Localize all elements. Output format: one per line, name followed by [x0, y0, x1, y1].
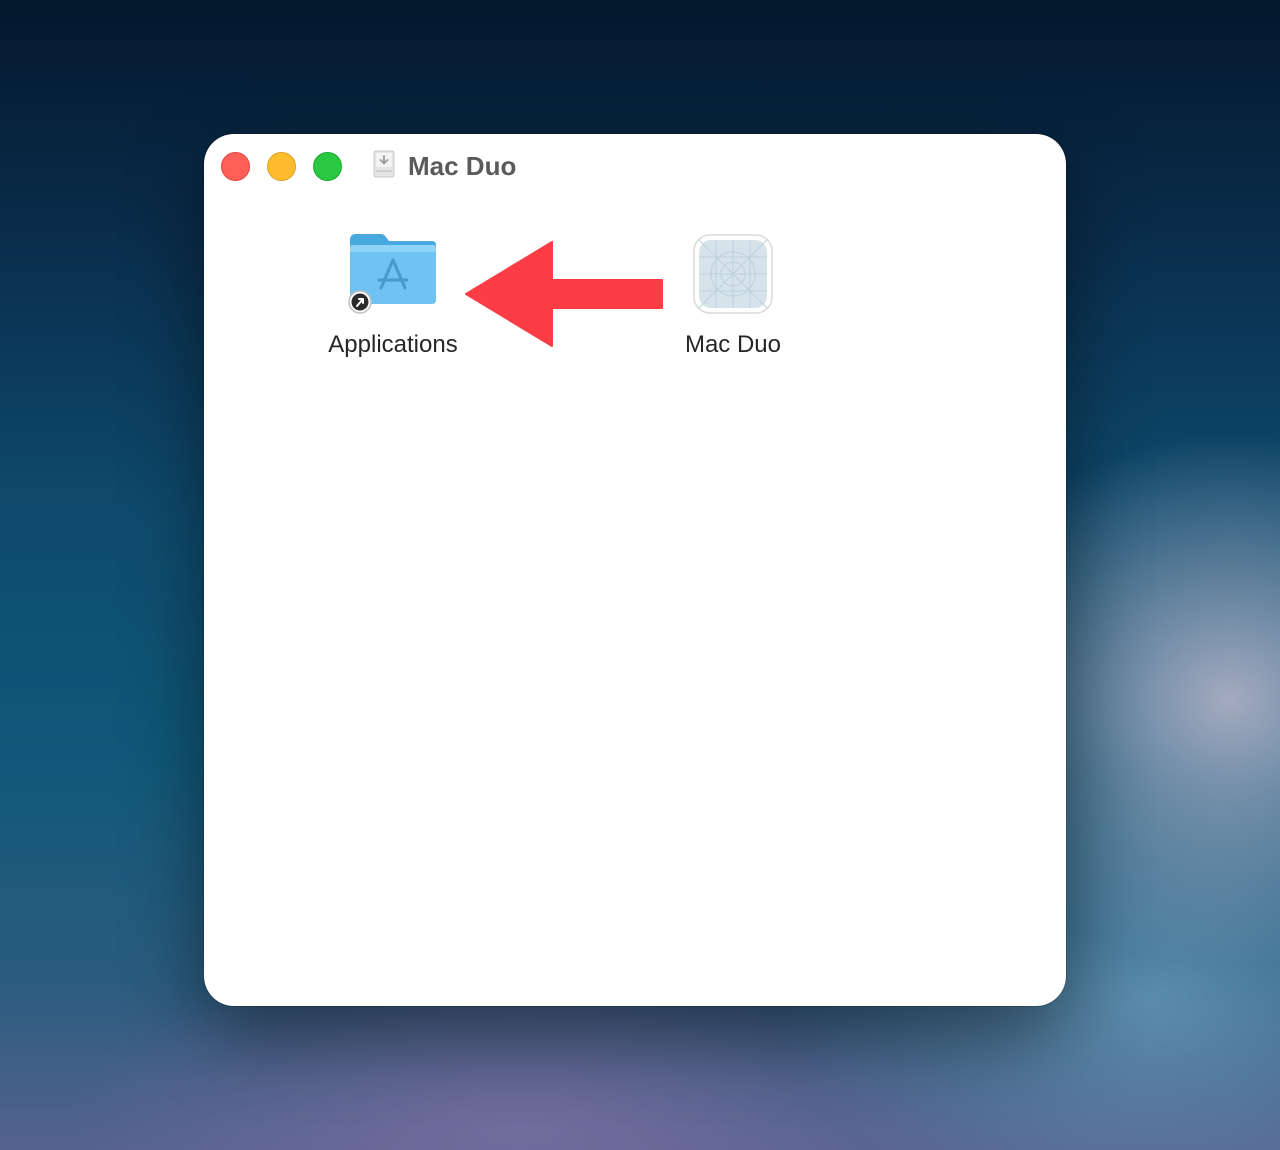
applications-label: Applications [328, 331, 458, 358]
app-placeholder-icon [693, 234, 773, 314]
close-button[interactable] [221, 152, 250, 181]
minimize-button[interactable] [267, 152, 296, 181]
app-label: Mac Duo [684, 331, 782, 358]
disk-image-icon [373, 150, 395, 178]
applications-folder-alias-icon [348, 234, 436, 314]
zoom-button[interactable] [313, 152, 342, 181]
applications-folder-item[interactable]: Applications [308, 230, 478, 360]
arrow-left-icon [461, 238, 667, 348]
window-title: Mac Duo [408, 151, 517, 181]
app-item[interactable]: Mac Duo [648, 230, 818, 360]
finder-window: Mac Duo Applications Mac Duo [204, 134, 1066, 1006]
